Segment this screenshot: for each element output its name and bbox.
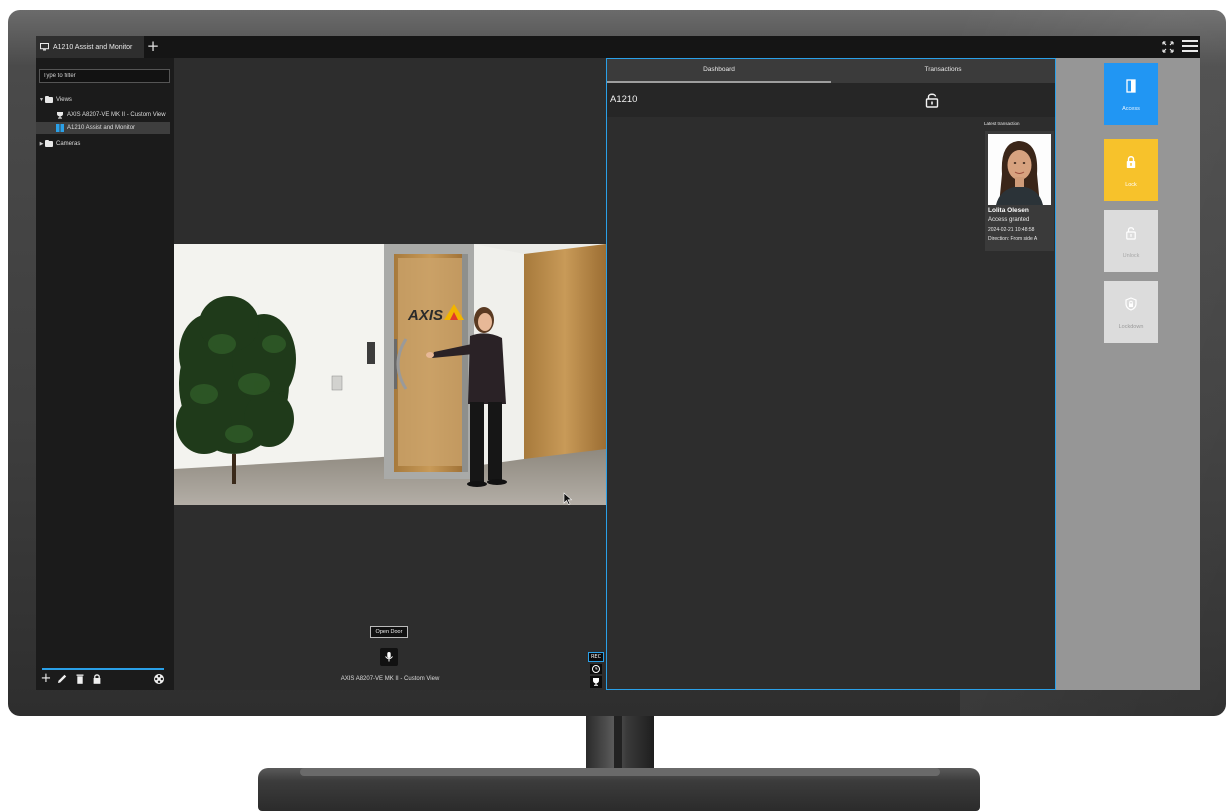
microphone-button[interactable] — [380, 648, 398, 666]
tree-label: A1210 Assist and Monitor — [67, 125, 136, 131]
tree-label: Cameras — [56, 141, 81, 147]
tree-folder-cameras[interactable]: ▶ Cameras — [38, 138, 80, 150]
action-label: Lock — [1125, 182, 1137, 188]
tab-dashboard[interactable]: Dashboard — [607, 59, 831, 83]
tab-a1210-assist-and-monitor[interactable]: A1210 Assist and Monitor — [36, 36, 144, 58]
add-tab-button[interactable]: + — [146, 38, 160, 56]
monitor-icon — [40, 43, 49, 51]
monitor-stand-top — [300, 768, 940, 776]
latest-transaction-label: Latest transaction — [984, 121, 1020, 126]
lockdown-button[interactable]: Lockdown — [1104, 281, 1158, 343]
panel-tabs: Dashboard Transactions — [607, 59, 1055, 83]
split-view-icon — [56, 124, 64, 132]
fullscreen-icon[interactable] — [1161, 40, 1175, 54]
action-label: Access — [1122, 106, 1140, 112]
unlock-button[interactable]: Unlock — [1104, 210, 1158, 272]
door-dashboard-panel: Dashboard Transactions A1210 Latest tran… — [606, 58, 1056, 690]
clock-icon[interactable] — [590, 664, 602, 674]
sidebar: ▼ Views AXIS A8207-VE MK II - Custom Vie… — [36, 58, 174, 690]
axis-logo-text: AXIS — [407, 307, 443, 324]
door-header: A1210 — [607, 83, 1055, 117]
delete-icon[interactable] — [74, 673, 86, 685]
tree-item-custom-view[interactable]: AXIS A8207-VE MK II - Custom View — [56, 109, 166, 121]
film-reel-icon[interactable] — [153, 673, 165, 685]
open-door-button[interactable]: Open Door — [370, 626, 408, 638]
video-feed[interactable]: AXIS — [174, 244, 606, 505]
cardholder-name: Lolita Olesen — [988, 207, 1029, 214]
door-icon — [1126, 79, 1136, 93]
lock-icon[interactable] — [91, 673, 103, 685]
unlocked-padlock-icon — [1126, 227, 1136, 240]
transaction-status: Access granted — [988, 217, 1030, 223]
camera-caption: AXIS A8207-VE MK II - Custom View — [340, 676, 440, 682]
transaction-direction: Direction: From side A — [988, 236, 1038, 242]
hamburger-menu-icon[interactable] — [1182, 40, 1198, 54]
transaction-timestamp: 2024-02-21 10:48:58 — [988, 227, 1035, 233]
folder-icon — [45, 96, 53, 103]
edit-icon[interactable] — [56, 673, 68, 685]
tab-label: A1210 Assist and Monitor — [53, 43, 133, 51]
rec-button[interactable]: REC — [588, 652, 604, 662]
tab-transactions[interactable]: Transactions — [831, 59, 1055, 83]
screen: A1210 Assist and Monitor + ▼ Views AXIS … — [36, 36, 1200, 690]
access-button[interactable]: Access — [1104, 63, 1158, 125]
sidebar-toolbar: + — [36, 668, 174, 690]
tree-folder-views[interactable]: ▼ Views — [38, 94, 72, 106]
chevron-right-icon: ▶ — [39, 141, 44, 147]
video-frame-illustration: AXIS — [174, 244, 606, 505]
shield-lock-icon — [1125, 297, 1137, 311]
tab-bar: A1210 Assist and Monitor + — [36, 36, 1200, 58]
door-actions-column: Access Lock Unlock Lockdown — [1056, 58, 1200, 690]
filter-input[interactable] — [39, 69, 170, 83]
lock-button[interactable]: Lock — [1104, 139, 1158, 201]
folder-icon — [45, 140, 53, 147]
trophy-icon — [57, 112, 63, 119]
unlocked-padlock-icon — [925, 93, 939, 108]
trophy-icon[interactable] — [590, 676, 602, 688]
door-name: A1210 — [610, 94, 638, 105]
add-icon[interactable]: + — [40, 672, 52, 685]
cardholder-photo — [988, 134, 1051, 205]
action-label: Unlock — [1122, 253, 1140, 259]
toolbar-divider — [42, 668, 164, 670]
tree-item-a1210-assist[interactable]: A1210 Assist and Monitor — [36, 122, 170, 134]
chevron-down-icon: ▼ — [39, 97, 44, 103]
action-label: Lockdown — [1118, 324, 1144, 330]
monitor-neck-groove — [614, 716, 622, 774]
padlock-icon — [1126, 156, 1136, 168]
tree-label: AXIS A8207-VE MK II - Custom View — [67, 112, 166, 118]
microphone-icon — [385, 652, 393, 662]
latest-transaction-card[interactable]: Lolita Olesen Access granted 2024-02-21 … — [985, 131, 1054, 251]
tree-label: Views — [56, 97, 72, 103]
camera-view: AXIS Open Door AXIS A8207-VE MK II - Cus… — [174, 58, 606, 690]
